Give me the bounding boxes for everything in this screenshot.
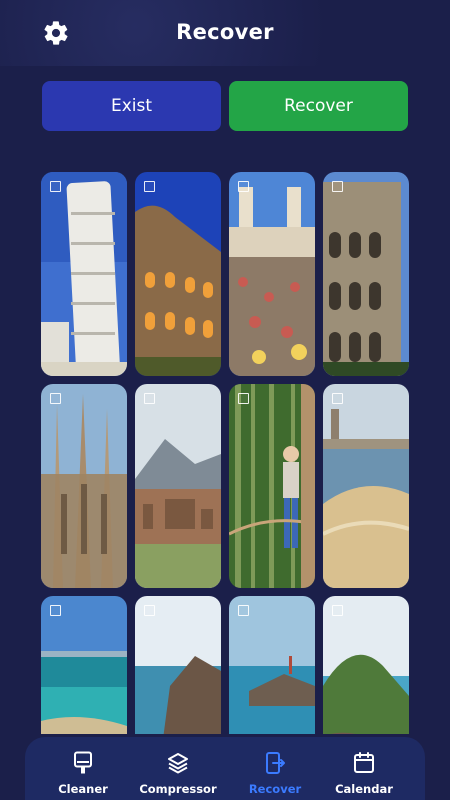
select-checkbox[interactable] xyxy=(332,605,343,616)
nav-label-compressor: Compressor xyxy=(139,782,217,796)
select-checkbox[interactable] xyxy=(238,605,249,616)
select-checkbox[interactable] xyxy=(238,181,249,192)
select-checkbox[interactable] xyxy=(50,181,61,192)
nav-item-compressor[interactable]: Compressor xyxy=(132,737,224,800)
photo-thumbnail xyxy=(135,172,221,376)
select-checkbox[interactable] xyxy=(144,605,155,616)
nav-label-calendar: Calendar xyxy=(335,782,393,796)
photo-tile[interactable] xyxy=(41,596,127,734)
bottom-navigation: Cleaner Compressor Recover Calendar xyxy=(25,737,425,800)
cleaner-icon xyxy=(74,751,92,774)
photo-tile[interactable] xyxy=(135,596,221,734)
photo-tile[interactable] xyxy=(323,384,409,588)
page-title: Recover xyxy=(176,20,274,44)
select-checkbox[interactable] xyxy=(50,605,61,616)
photo-thumbnail xyxy=(41,596,127,734)
photo-tile[interactable] xyxy=(41,384,127,588)
photo-thumbnail xyxy=(229,172,315,376)
recover-button[interactable]: Recover xyxy=(229,81,408,131)
photo-tile[interactable] xyxy=(323,172,409,376)
photo-thumbnail xyxy=(323,596,409,734)
photo-thumbnail xyxy=(135,596,221,734)
select-checkbox[interactable] xyxy=(144,393,155,404)
exist-button[interactable]: Exist xyxy=(42,81,221,131)
select-checkbox[interactable] xyxy=(238,393,249,404)
layers-icon xyxy=(168,753,188,774)
photo-tile[interactable] xyxy=(229,596,315,734)
nav-label-recover: Recover xyxy=(248,782,302,796)
photo-thumbnail xyxy=(323,384,409,588)
photo-tile[interactable] xyxy=(135,172,221,376)
photo-thumbnail xyxy=(229,384,315,588)
nav-item-calendar[interactable]: Calendar xyxy=(318,737,410,800)
photo-thumbnail xyxy=(41,384,127,588)
photo-tile[interactable] xyxy=(229,172,315,376)
photo-grid xyxy=(41,172,409,734)
photo-thumbnail xyxy=(323,172,409,376)
photo-tile[interactable] xyxy=(229,384,315,588)
select-checkbox[interactable] xyxy=(332,181,343,192)
photo-thumbnail xyxy=(41,172,127,376)
calendar-icon xyxy=(354,752,374,773)
nav-item-recover[interactable]: Recover xyxy=(229,737,321,800)
photo-thumbnail xyxy=(229,596,315,734)
nav-item-cleaner[interactable]: Cleaner xyxy=(37,737,129,800)
phone-recover-icon xyxy=(266,752,285,774)
photo-tile[interactable] xyxy=(41,172,127,376)
nav-label-cleaner: Cleaner xyxy=(58,782,108,796)
photo-tile[interactable] xyxy=(323,596,409,734)
select-checkbox[interactable] xyxy=(332,393,343,404)
app-header: Recover xyxy=(0,0,450,66)
photo-tile[interactable] xyxy=(135,384,221,588)
select-checkbox[interactable] xyxy=(50,393,61,404)
photo-thumbnail xyxy=(135,384,221,588)
select-checkbox[interactable] xyxy=(144,181,155,192)
